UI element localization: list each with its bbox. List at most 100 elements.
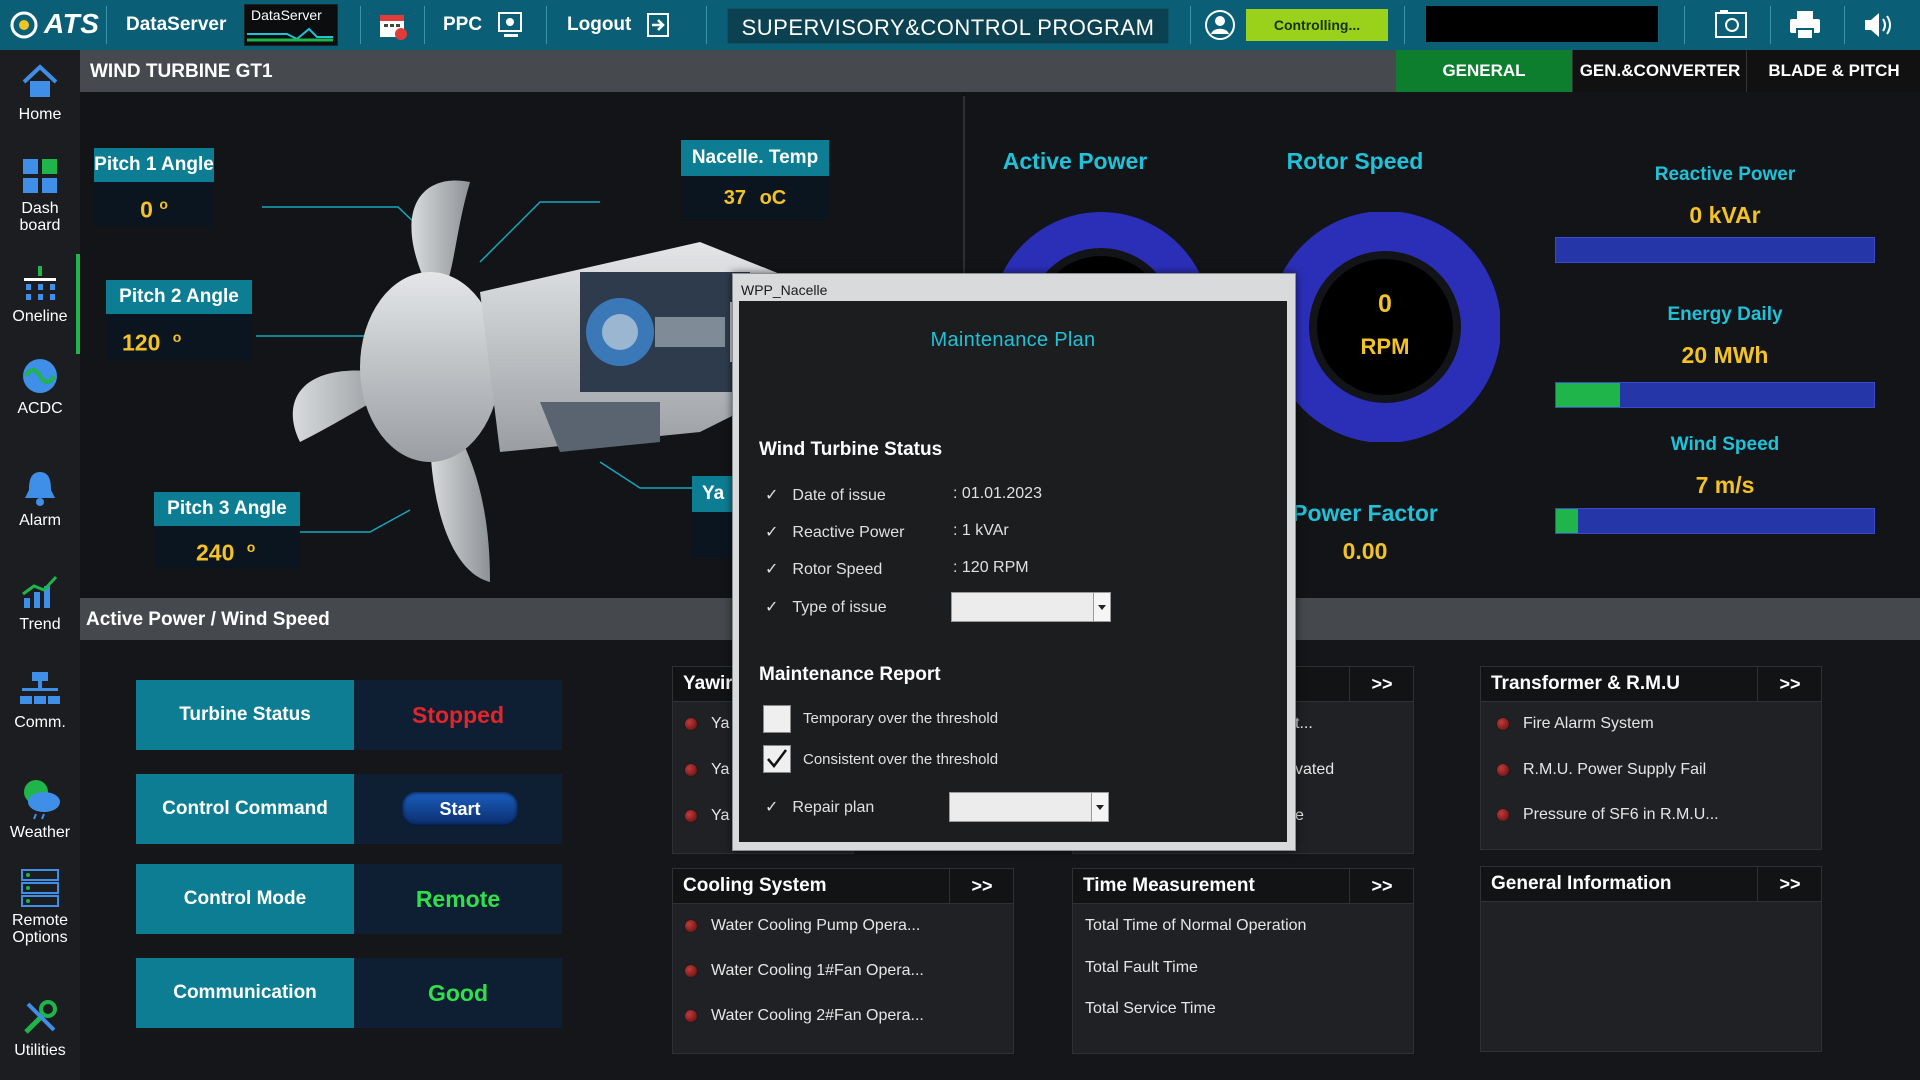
transformer-panel-more-button[interactable]: >> bbox=[1757, 667, 1822, 701]
pitch1-unit: o bbox=[159, 196, 168, 212]
screenshot-icon[interactable] bbox=[1714, 9, 1750, 41]
status-led-icon bbox=[685, 763, 697, 776]
sidebar-item-remote-options[interactable]: Remote Options bbox=[0, 868, 80, 946]
sidebar-item-label: Alarm bbox=[19, 512, 61, 529]
status-row-label: Date of issue bbox=[792, 487, 886, 504]
sidebar-item-weather[interactable]: Weather bbox=[0, 772, 80, 842]
nacelle-temp-unit: oC bbox=[759, 187, 787, 209]
controlling-status-badge: Controlling... bbox=[1246, 9, 1388, 41]
dataserver-widget[interactable]: DataServer bbox=[244, 4, 338, 46]
nacelle-temp-label: Nacelle. Temp bbox=[691, 147, 819, 168]
control-mode-value-box: Remote bbox=[354, 864, 562, 934]
status-row-rotor-speed-value: : 120 RPM bbox=[953, 559, 1029, 576]
pitch3-label: Pitch 3 Angle bbox=[167, 498, 287, 519]
pitch2-label: Pitch 2 Angle bbox=[119, 286, 239, 307]
wind-speed-label: Wind Speed bbox=[1670, 434, 1780, 455]
active-power-label: Active Power bbox=[1002, 148, 1148, 174]
tab-general[interactable]: GENERAL bbox=[1396, 50, 1572, 92]
page-header: WIND TURBINE GT1 GENERAL GEN.&CONVERTER … bbox=[80, 50, 1920, 92]
status-row-rotor-speed: ✓ Rotor Speed bbox=[765, 559, 882, 579]
pitch3-value: 240 bbox=[196, 539, 235, 566]
ats-logo: ATS bbox=[10, 0, 100, 50]
sidebar-item-utilities[interactable]: Utilities bbox=[0, 998, 80, 1060]
pitch2-value-box: 120 o bbox=[106, 314, 252, 360]
control-command-label-text: Control Command bbox=[162, 798, 328, 819]
status-row-type-of-issue: ✓ Type of issue bbox=[765, 597, 887, 617]
logout-icon[interactable] bbox=[644, 11, 672, 39]
rotor-speed-unit: RPM bbox=[1360, 334, 1410, 359]
program-title: SUPERVISORY&CONTROL PROGRAM bbox=[741, 15, 1155, 40]
middle-top-panel-more-button[interactable]: >> bbox=[1349, 667, 1414, 701]
calendar-icon[interactable] bbox=[378, 10, 408, 40]
sidebar-item-dashboard[interactable]: Dash board bbox=[0, 156, 80, 234]
dataserver-button[interactable]: DataServer bbox=[126, 0, 226, 50]
repair-plan-label: Repair plan bbox=[792, 799, 875, 816]
chevron-down-icon[interactable] bbox=[1093, 593, 1110, 621]
list-item: e bbox=[1295, 807, 1304, 824]
reactive-power-unit: kVAr bbox=[1708, 202, 1761, 228]
tab-blade-pitch[interactable]: BLADE & PITCH bbox=[1746, 50, 1920, 92]
sidebar-item-alarm[interactable]: Alarm bbox=[0, 468, 80, 530]
sidebar-item-comm[interactable]: Comm. bbox=[0, 670, 80, 732]
ats-logo-text: ATS bbox=[44, 8, 100, 39]
reactive-power-label: Reactive Power bbox=[1654, 164, 1796, 185]
status-row-label: Type of issue bbox=[792, 599, 887, 616]
general-information-panel: General Information >> bbox=[1480, 866, 1822, 1052]
communication-value: Good bbox=[427, 980, 489, 1006]
page-title: WIND TURBINE GT1 bbox=[90, 61, 273, 82]
dialog-heading: Maintenance Plan bbox=[930, 329, 1096, 351]
yawing-panel-title: Yawir bbox=[683, 673, 733, 694]
list-item: Ya bbox=[685, 715, 729, 733]
pitch3-unit: o bbox=[246, 539, 256, 555]
check-mark-icon: ✓ bbox=[765, 561, 779, 578]
list-item-text: Pressure of SF6 in R.M.U... bbox=[1523, 806, 1719, 823]
speaker-icon[interactable] bbox=[1862, 10, 1896, 40]
print-icon[interactable] bbox=[1788, 9, 1822, 41]
status-row-date-value: : 01.01.2023 bbox=[953, 485, 1042, 502]
pitch3-value-box: 240 o bbox=[154, 526, 300, 568]
status-row-date: ✓ Date of issue bbox=[765, 485, 886, 505]
status-section-heading: Wind Turbine Status bbox=[759, 439, 943, 460]
home-icon bbox=[22, 64, 58, 97]
ppc-monitor-icon[interactable] bbox=[496, 10, 526, 40]
time-measurement-panel-more-button[interactable]: >> bbox=[1349, 869, 1414, 903]
communication-label-text: Communication bbox=[173, 982, 317, 1003]
tab-gen-converter[interactable]: GEN.&CONVERTER bbox=[1572, 50, 1747, 92]
dialog-body: Maintenance Plan Wind Turbine Status ✓ Da… bbox=[739, 301, 1287, 842]
sidebar-item-home[interactable]: Home bbox=[0, 62, 80, 124]
temporary-threshold-checkbox[interactable] bbox=[763, 705, 791, 733]
general-information-panel-more-button[interactable]: >> bbox=[1757, 867, 1822, 901]
list-item: Ya bbox=[685, 807, 729, 825]
user-icon[interactable] bbox=[1204, 9, 1236, 41]
start-button[interactable]: Start bbox=[402, 792, 518, 826]
checkbox-checked-icon bbox=[767, 749, 787, 768]
sidebar-item-label: Comm. bbox=[14, 714, 66, 731]
section-title: Active Power / Wind Speed bbox=[86, 609, 330, 630]
sidebar-item-trend[interactable]: Trend bbox=[0, 572, 80, 634]
pitch2-unit: o bbox=[172, 329, 182, 345]
turbine-status-label-text: Turbine Status bbox=[179, 704, 311, 725]
control-command-label: Control Command bbox=[136, 774, 354, 844]
network-icon bbox=[20, 672, 60, 704]
cooling-panel-header: Cooling System >> bbox=[673, 869, 1013, 904]
repair-plan-dropdown[interactable] bbox=[949, 792, 1109, 822]
turbine-status-label: Turbine Status bbox=[136, 680, 354, 750]
ppc-button[interactable]: PPC bbox=[443, 0, 482, 50]
dialog-window-title[interactable]: WPP_Nacelle bbox=[741, 282, 827, 298]
tab-blade-pitch-label: BLADE & PITCH bbox=[1768, 61, 1900, 80]
communication-label: Communication bbox=[136, 958, 354, 1028]
list-item: Pressure of SF6 in R.M.U... bbox=[1497, 806, 1719, 824]
turbine-status-value: Stopped bbox=[412, 702, 504, 728]
transformer-panel: Transformer & R.M.U >> Fire Alarm System… bbox=[1480, 666, 1822, 850]
sidebar-item-oneline[interactable]: Oneline bbox=[0, 264, 80, 326]
consistent-threshold-checkbox[interactable] bbox=[763, 745, 791, 773]
sidebar-item-label: Weather bbox=[9, 824, 71, 841]
communication-value-box: Good bbox=[354, 958, 562, 1028]
chevron-down-icon[interactable] bbox=[1091, 793, 1108, 821]
sidebar-item-acdc[interactable]: ACDC bbox=[0, 356, 80, 418]
logout-button[interactable]: Logout bbox=[567, 0, 631, 50]
type-of-issue-dropdown[interactable] bbox=[951, 592, 1111, 622]
sidebar-item-label: Trend bbox=[19, 616, 61, 633]
cooling-panel-more-button[interactable]: >> bbox=[949, 869, 1014, 903]
reactive-power-value: 0 bbox=[1689, 202, 1703, 228]
